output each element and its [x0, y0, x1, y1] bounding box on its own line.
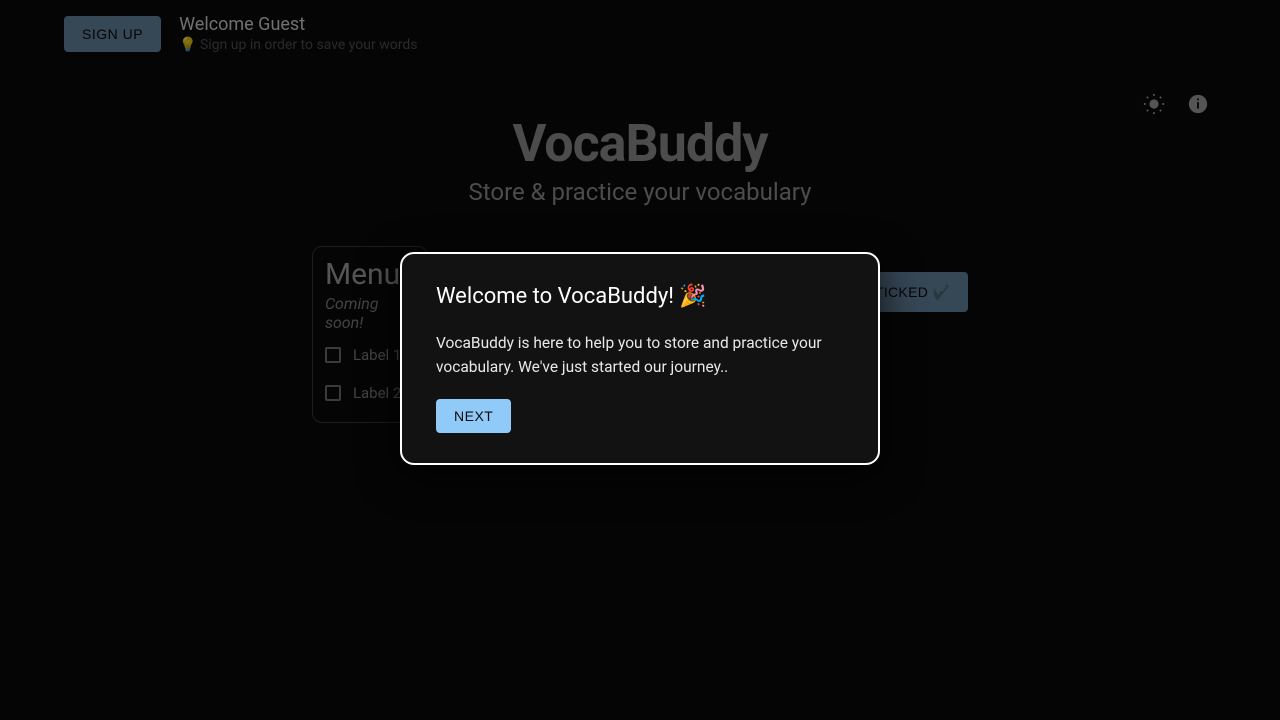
- modal-title: Welcome to VocaBuddy! 🎉: [436, 284, 844, 309]
- next-button[interactable]: NEXT: [436, 399, 511, 433]
- welcome-modal: Welcome to VocaBuddy! 🎉 VocaBuddy is her…: [400, 252, 880, 465]
- modal-body: VocaBuddy is here to help you to store a…: [436, 331, 844, 379]
